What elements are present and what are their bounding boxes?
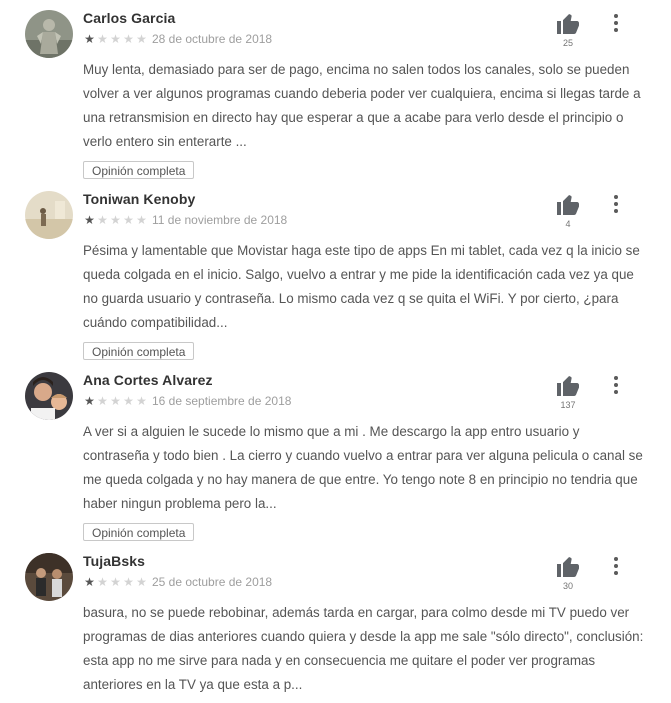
review-rating: ★ ★ ★ ★ ★ 16 de septiembre de 2018 <box>83 394 291 408</box>
review-text: basura, no se puede rebobinar, además ta… <box>83 605 644 692</box>
review-date: 25 de octubre de 2018 <box>152 575 273 589</box>
review-item: Carlos Garcia ★ ★ ★ ★ ★ 28 de octubre de… <box>0 10 671 185</box>
star-empty-icon: ★ <box>97 213 108 227</box>
review-date: 16 de septiembre de 2018 <box>152 394 292 408</box>
full-review-button[interactable]: Opinión completa <box>83 342 195 360</box>
star-empty-icon: ★ <box>97 575 108 589</box>
star-empty-icon: ★ <box>110 32 121 46</box>
star-empty-icon: ★ <box>97 394 108 408</box>
review-rating: ★ ★ ★ ★ ★ 11 de noviembre de 2018 <box>83 213 287 227</box>
likes-count: 4 <box>565 219 571 229</box>
more-options-icon[interactable] <box>606 10 626 32</box>
review-author[interactable]: TujaBsks <box>83 553 145 569</box>
review-author[interactable]: Carlos Garcia <box>83 10 175 26</box>
star-filled-icon: ★ <box>84 213 95 227</box>
thumbs-up-icon[interactable] <box>556 555 580 577</box>
review-author[interactable]: Toniwan Kenoby <box>83 191 195 207</box>
more-options-icon[interactable] <box>606 372 626 394</box>
full-review-button[interactable]: Opinión completa <box>83 161 195 179</box>
review-item: TujaBsks ★ ★ ★ ★ ★ 25 de octubre de 2018… <box>0 553 671 703</box>
review-text: A ver si a alguien le sucede lo mismo qu… <box>83 424 643 511</box>
star-empty-icon: ★ <box>123 575 134 589</box>
star-empty-icon: ★ <box>123 32 134 46</box>
star-filled-icon: ★ <box>84 32 95 46</box>
star-filled-icon: ★ <box>84 394 95 408</box>
review-text: Pésima y lamentable que Movistar haga es… <box>83 243 640 330</box>
star-empty-icon: ★ <box>136 32 147 46</box>
avatar[interactable] <box>25 10 73 58</box>
review-rating: ★ ★ ★ ★ ★ 25 de octubre de 2018 <box>83 575 272 589</box>
star-rating: ★ ★ ★ ★ ★ <box>83 395 148 407</box>
star-empty-icon: ★ <box>123 213 134 227</box>
more-options-icon[interactable] <box>606 553 626 575</box>
star-empty-icon: ★ <box>136 213 147 227</box>
review-item: Ana Cortes Alvarez ★ ★ ★ ★ ★ 16 de septi… <box>0 372 671 547</box>
star-empty-icon: ★ <box>97 32 108 46</box>
likes-count: 137 <box>560 400 576 410</box>
star-empty-icon: ★ <box>110 213 121 227</box>
more-options-icon[interactable] <box>606 191 626 213</box>
full-review-button[interactable]: Opinión completa <box>83 523 195 541</box>
star-empty-icon: ★ <box>110 575 121 589</box>
avatar[interactable] <box>25 553 73 601</box>
avatar[interactable] <box>25 191 73 239</box>
thumbs-up-icon[interactable] <box>556 12 580 34</box>
avatar[interactable] <box>25 372 73 420</box>
thumbs-up-icon[interactable] <box>556 374 580 396</box>
review-item: Toniwan Kenoby ★ ★ ★ ★ ★ 11 de noviembre… <box>0 191 671 366</box>
star-filled-icon: ★ <box>84 575 95 589</box>
likes-count: 25 <box>562 38 573 48</box>
review-date: 28 de octubre de 2018 <box>152 32 273 46</box>
thumbs-up-icon[interactable] <box>556 193 580 215</box>
likes-count: 30 <box>562 581 573 591</box>
star-empty-icon: ★ <box>123 394 134 408</box>
review-author[interactable]: Ana Cortes Alvarez <box>83 372 213 388</box>
star-rating: ★ ★ ★ ★ ★ <box>83 33 148 45</box>
review-text: Muy lenta, demasiado para ser de pago, e… <box>83 62 641 149</box>
review-rating: ★ ★ ★ ★ ★ 28 de octubre de 2018 <box>83 32 272 46</box>
star-rating: ★ ★ ★ ★ ★ <box>83 214 148 226</box>
review-date: 11 de noviembre de 2018 <box>152 213 288 227</box>
star-empty-icon: ★ <box>136 394 147 408</box>
star-empty-icon: ★ <box>136 575 147 589</box>
star-empty-icon: ★ <box>110 394 121 408</box>
star-rating: ★ ★ ★ ★ ★ <box>83 576 148 588</box>
